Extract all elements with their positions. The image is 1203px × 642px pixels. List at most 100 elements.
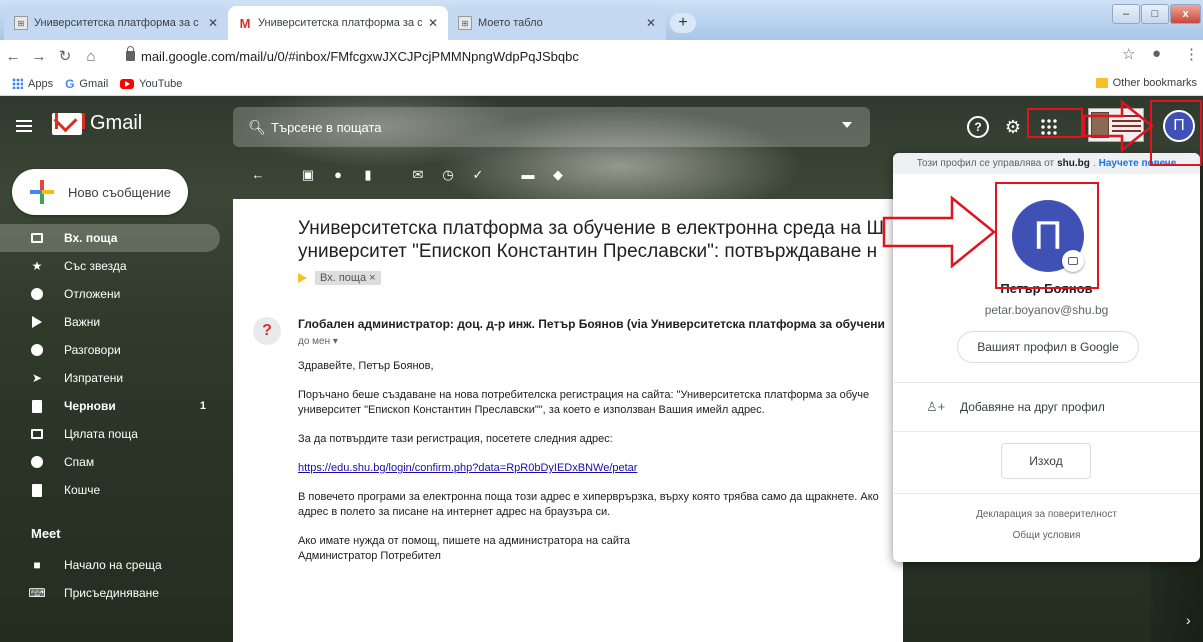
profile-icon[interactable]: ● — [1152, 45, 1161, 62]
body-paragraph: В повечето програми за електронна поща т… — [298, 491, 879, 503]
sender-avatar: ? — [253, 317, 281, 345]
home-icon[interactable]: ⌂ — [78, 48, 104, 65]
bookmark-star-icon[interactable]: ☆ — [1122, 45, 1135, 63]
remove-label-icon[interactable]: × — [369, 272, 375, 284]
nav-label: Чернови — [64, 399, 116, 413]
nav-item-starred[interactable]: ★ Със звезда — [0, 252, 230, 280]
bookmark-gmail[interactable]: G Gmail — [65, 77, 108, 91]
moodle-favicon-icon: ⊞ — [14, 16, 28, 30]
delete-icon[interactable]: ▮ — [361, 168, 375, 182]
other-bookmarks[interactable]: Other bookmarks — [1095, 77, 1197, 89]
bookmark-label: Other bookmarks — [1112, 77, 1197, 89]
message-view: Университетска платформа за обучение в е… — [233, 199, 903, 642]
profile-email: petar.boyanov@shu.bg — [984, 303, 1109, 317]
nav-item-important[interactable]: Важни — [0, 308, 230, 336]
meet-join[interactable]: ⌨ Присъединяване — [0, 579, 230, 607]
gmail-logo[interactable]: Gmail — [52, 112, 142, 135]
meet-new-meeting[interactable]: ■ Начало на среща — [0, 551, 230, 579]
close-tab-icon[interactable]: ✕ — [428, 16, 438, 30]
nav-label: Кошче — [64, 483, 101, 497]
terms-link[interactable]: Общи условия — [893, 530, 1200, 541]
label-chip-inbox[interactable]: Вх. поща × — [315, 271, 381, 285]
nav-label: Важни — [64, 315, 101, 329]
nav-label: Изпратени — [64, 371, 124, 385]
search-mail-input[interactable]: 🔍︎ Търсене в пощата — [233, 107, 870, 147]
maximize-button[interactable]: □ — [1141, 4, 1169, 24]
search-options-icon[interactable] — [842, 122, 852, 128]
settings-gear-icon[interactable]: ⚙ — [1002, 116, 1024, 138]
close-tab-icon[interactable]: ✕ — [646, 16, 656, 30]
add-account-button[interactable]: ♙+ Добавяне на друг профил — [893, 383, 1200, 431]
nav-item-sent[interactable]: ➤ Изпратени — [0, 364, 230, 392]
close-tab-icon[interactable]: ✕ — [208, 16, 218, 30]
google-account-button[interactable]: Вашият профил в Google — [957, 331, 1139, 363]
search-icon[interactable]: 🔍︎ — [243, 119, 271, 136]
nav-item-chats[interactable]: Разговори — [0, 336, 230, 364]
move-to-icon[interactable]: ▬ — [521, 168, 535, 182]
body-paragraph: адрес в полето за писане на интернет адр… — [298, 506, 611, 518]
recipient-dropdown[interactable]: до мен ▾ — [298, 336, 338, 347]
browser-tab-3[interactable]: ⊞ Моето табло ✕ — [448, 6, 666, 40]
help-icon[interactable]: ? — [967, 116, 989, 138]
important-marker-icon[interactable] — [298, 273, 307, 283]
compose-button[interactable]: Ново съобщение — [12, 169, 188, 215]
bookmark-youtube[interactable]: YouTube — [120, 78, 182, 90]
nav-label: Отложени — [64, 287, 121, 301]
minimize-button[interactable]: – — [1112, 4, 1140, 24]
google-g-icon: G — [65, 76, 75, 91]
bookmarks-bar: Apps G Gmail YouTube Other bookmarks — [0, 72, 1203, 96]
nav-label: Присъединяване — [64, 586, 159, 600]
archive-icon[interactable]: ▣ — [301, 168, 315, 182]
gmail-favicon-icon: M — [239, 15, 251, 31]
report-spam-icon[interactable]: ● — [331, 168, 345, 182]
chip-label: Вх. поща — [320, 272, 367, 284]
nav-item-trash[interactable]: Кошче — [0, 476, 230, 504]
add-account-label: Добавяне на друг профил — [960, 400, 1105, 414]
chat-icon — [30, 343, 44, 357]
back-to-inbox-icon[interactable]: ← — [251, 168, 265, 182]
nav-item-all-mail[interactable]: Цялата поща — [0, 420, 230, 448]
menu-dots-icon[interactable]: ⋮ — [1184, 45, 1199, 63]
confirm-link[interactable]: https://edu.shu.bg/login/confirm.php?dat… — [298, 462, 637, 474]
nav-item-drafts[interactable]: Чернови 1 — [0, 392, 230, 420]
browser-tab-1[interactable]: ⊞ Университетска платформа за с ✕ — [4, 6, 228, 40]
bookmark-apps[interactable]: Apps — [12, 78, 53, 90]
gmail-wordmark: Gmail — [90, 112, 143, 134]
bookmark-label: YouTube — [139, 77, 183, 90]
expand-side-panel-icon[interactable]: › — [1186, 612, 1191, 628]
nav-label: Начало на среща — [64, 558, 162, 572]
sign-out-button[interactable]: Изход — [1001, 443, 1091, 479]
draft-icon — [30, 399, 44, 413]
add-task-icon[interactable]: ✓ — [471, 168, 485, 182]
mark-unread-icon[interactable]: ✉ — [411, 168, 425, 182]
nav-label: Вх. поща — [64, 231, 118, 245]
tab-title: Университетска платформа за с — [34, 17, 199, 29]
apps-grid-icon — [12, 78, 23, 89]
new-tab-button[interactable]: + — [670, 13, 696, 33]
reload-icon[interactable]: ↻ — [52, 47, 78, 65]
nav-item-inbox[interactable]: Вх. поща — [0, 224, 220, 252]
address-bar-row: ← → ↻ ⌂ mail.google.com/mail/u/0/#inbox/… — [0, 40, 1203, 72]
keyboard-icon: ⌨ — [28, 586, 46, 600]
body-paragraph: Администратор Потребител — [298, 550, 441, 562]
label-icon[interactable]: ◆ — [551, 168, 565, 182]
trash-icon — [30, 483, 44, 497]
divider — [893, 493, 1200, 494]
body-paragraph: Поръчано беше създаване на нова потребит… — [298, 389, 870, 401]
forward-arrow-icon[interactable]: → — [26, 48, 52, 65]
nav-item-snoozed[interactable]: Отложени — [0, 280, 230, 308]
url-field[interactable]: mail.google.com/mail/u/0/#inbox/FMfcgxwJ… — [122, 44, 1122, 68]
inbox-icon — [30, 231, 44, 245]
snooze-icon[interactable]: ◷ — [441, 168, 455, 182]
back-arrow-icon[interactable]: ← — [0, 48, 26, 65]
browser-tab-2[interactable]: M Университетска платформа за с ✕ — [228, 6, 448, 40]
nav-item-spam[interactable]: Спам — [0, 448, 230, 476]
main-menu-icon[interactable] — [16, 120, 32, 132]
close-window-button[interactable]: x — [1170, 4, 1201, 24]
annotation-box-avatar — [1150, 100, 1202, 166]
annotation-arrow-profile — [882, 195, 996, 269]
annotation-box-apps — [1027, 108, 1083, 138]
managed-domain: shu.bg — [1057, 158, 1090, 169]
privacy-policy-link[interactable]: Декларация за поверителност — [893, 509, 1200, 520]
divider — [893, 431, 1200, 432]
